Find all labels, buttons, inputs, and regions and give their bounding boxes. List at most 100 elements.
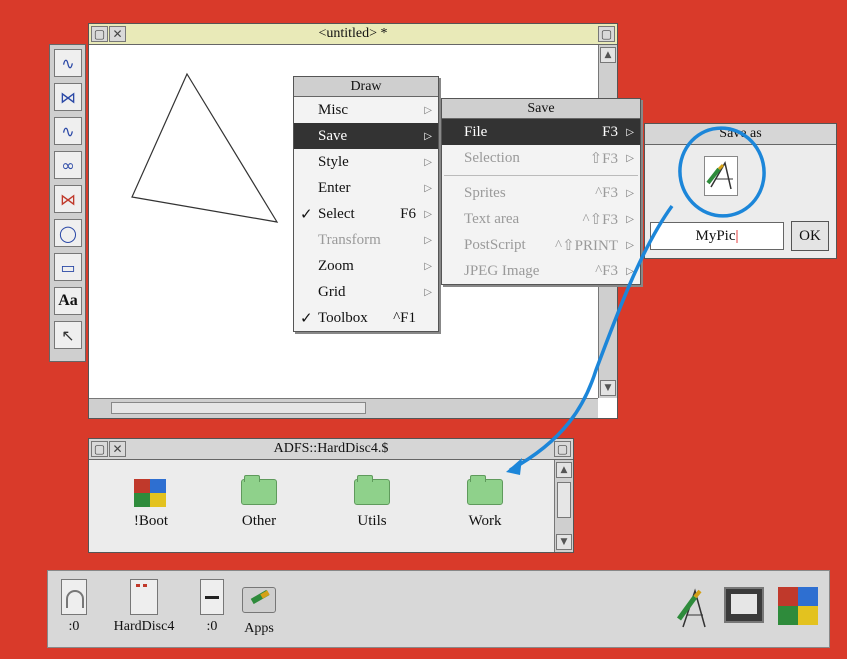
draw-menu-item-style[interactable]: Style ▷ [294,149,438,175]
filer-item-label: !Boot [133,513,169,529]
rectangle-icon[interactable]: ▭ [54,253,82,281]
filer-item-label: Utils [357,513,387,529]
menu-item-label: Style [318,153,349,170]
menu-item-label: Save [318,127,348,144]
menu-item-shortcut: ^F3 [595,262,618,279]
menu-item-label: Transform [318,231,381,248]
display-manager-icon[interactable] [724,587,764,623]
submenu-arrow-icon: ▷ [626,126,634,138]
tick-icon: ✓ [300,310,313,327]
draw-menu-item-save[interactable]: Save ▷ [294,123,438,149]
toggle-size-icon[interactable]: ▢ [598,26,615,42]
floppy-drive-item[interactable]: :0 [56,579,92,635]
closed-curve-icon[interactable]: ⋈ [54,83,82,111]
filename-field[interactable]: MyPic | [650,222,784,250]
submenu-arrow-icon: ▷ [424,234,432,246]
save-menu-item-selection[interactable]: Selection ⇧F3 ▷ [442,145,640,171]
back-icon[interactable]: ▢ [91,26,108,42]
save-submenu-title: Save [442,99,640,119]
submenu-arrow-icon: ▷ [626,265,634,277]
iconbar-label: Apps [244,621,274,636]
closed-line-icon[interactable]: ∞ [54,151,82,179]
draw-horizontal-scrollbar[interactable] [89,398,598,418]
menu-item-shortcut: ^F1 [393,309,416,326]
folder-icon [467,475,503,505]
menu-item-shortcut: ^F3 [595,184,618,201]
save-as-titlebar[interactable]: Save as [645,124,836,145]
filer-scroll-up-icon[interactable]: ▲ [556,462,572,478]
menu-item-label: Enter [318,179,351,196]
filer-titlebar[interactable]: ADFS::HardDisc4.$ [89,439,573,460]
save-as-title: Save as [719,126,762,141]
filer-scroll-down-icon[interactable]: ▼ [556,534,572,550]
menu-item-label: Toolbox [318,309,368,326]
menu-item-shortcut: ⇧F3 [589,150,618,167]
filer-back-icon[interactable]: ▢ [91,441,108,457]
save-submenu: Save File F3 ▷ Selection ⇧F3 ▷ Sprites ^F3 ▷ Text… [441,98,641,285]
menu-item-shortcut: ^⇧PRINT [555,237,618,254]
iconbar-label: :0 [68,619,80,634]
filer-item-utils[interactable]: Utils [332,475,412,530]
hard-disc-icon [130,579,158,615]
menu-item-label: PostScript [464,236,526,253]
filer-vertical-scrollbar[interactable]: ▲ ▼ [554,460,573,552]
scroll-down-arrow-icon[interactable]: ▼ [600,380,616,396]
draw-menu-item-zoom[interactable]: Zoom ▷ [294,253,438,279]
open-line-icon[interactable]: ∿ [54,117,82,145]
tick-icon: ✓ [300,206,313,223]
text-icon[interactable]: Aa [54,287,82,315]
filer-item-work[interactable]: Work [445,475,525,530]
icon-bar: :0 HardDisc4 :0 Apps [47,570,830,648]
floppy-drive-icon [61,579,87,615]
ram-disc-item[interactable]: :0 [194,579,230,635]
save-menu-item-jpeg-image[interactable]: JPEG Image ^F3 ▷ [442,258,640,284]
menu-item-label: Grid [318,283,346,300]
open-curve-icon[interactable]: ∿ [54,49,82,77]
submenu-arrow-icon: ▷ [626,239,634,251]
ram-disc-icon [200,579,224,615]
select-icon[interactable]: ↖ [54,321,82,349]
folder-icon [241,475,277,505]
horizontal-scroll-thumb[interactable] [111,402,366,414]
draw-app-icon[interactable] [675,585,711,629]
filer-close-icon[interactable]: ✕ [109,441,126,457]
menu-item-label: Zoom [318,257,354,274]
task-manager-icon[interactable] [778,587,818,625]
draw-menu-title: Draw [294,77,438,97]
draw-menu-item-misc[interactable]: Misc ▷ [294,97,438,123]
filer-item-boot[interactable]: !Boot [111,475,191,530]
draw-menu-item-transform[interactable]: Transform ▷ [294,227,438,253]
draw-window-title: <untitled> * [318,26,388,41]
folder-icon [354,475,390,505]
filer-title: ADFS::HardDisc4.$ [273,441,389,456]
draw-window-titlebar[interactable]: <untitled> * [89,24,617,45]
save-menu-item-text-area[interactable]: Text area ^⇧F3 ▷ [442,206,640,232]
menu-item-label: Misc [318,101,348,118]
submenu-arrow-icon: ▷ [424,130,432,142]
scroll-up-arrow-icon[interactable]: ▲ [600,47,616,63]
draw-menu-item-enter[interactable]: Enter ▷ [294,175,438,201]
draw-menu-item-toolbox[interactable]: ✓ Toolbox ^F1 [294,305,438,331]
save-as-dialog[interactable]: Save as MyPic | OK [644,123,837,259]
ellipse-icon[interactable]: ◯ [54,219,82,247]
apps-item[interactable]: Apps [236,581,282,637]
menu-item-label: Text area [464,210,520,227]
draw-menu-item-grid[interactable]: Grid ▷ [294,279,438,305]
menu-item-label: JPEG Image [464,262,540,279]
filer-toggle-size-icon[interactable]: ▢ [554,441,571,457]
submenu-arrow-icon: ▷ [626,152,634,164]
drawing-canvas[interactable] [129,69,289,229]
filer-window[interactable]: ADFS::HardDisc4.$ ▢ ✕ ▢ ▲ ▼ !Boot Other … [88,438,574,553]
save-menu-item-file[interactable]: File F3 ▷ [442,119,640,145]
draw-menu-item-select[interactable]: ✓ Select F6 ▷ [294,201,438,227]
menu-separator [444,175,638,176]
filer-item-other[interactable]: Other [219,475,299,530]
filer-scroll-thumb[interactable] [557,482,571,518]
ok-button[interactable]: OK [791,221,829,251]
save-menu-item-postscript[interactable]: PostScript ^⇧PRINT ▷ [442,232,640,258]
save-menu-item-sprites[interactable]: Sprites ^F3 ▷ [442,180,640,206]
hard-disc-item[interactable]: HardDisc4 [100,579,188,635]
drawfile-icon[interactable] [704,156,738,196]
close-icon[interactable]: ✕ [109,26,126,42]
autocurve-icon[interactable]: ⋈ [54,185,82,213]
